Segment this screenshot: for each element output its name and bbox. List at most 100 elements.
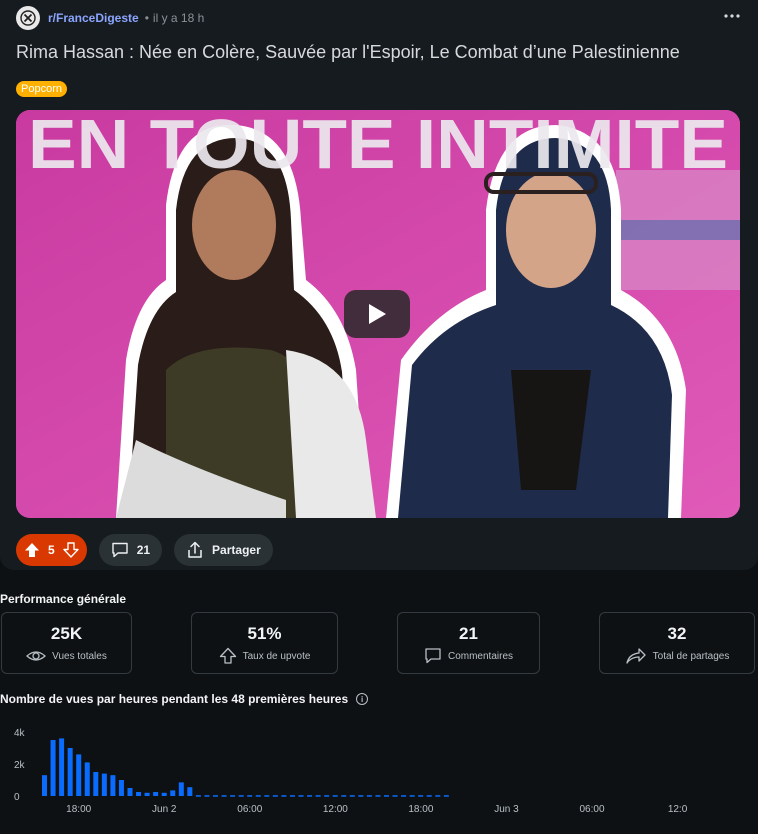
chart-bar[interactable] <box>238 795 244 797</box>
y-tick-label: 0 <box>14 792 20 803</box>
chart-bar[interactable] <box>110 775 116 796</box>
chart-bar[interactable] <box>144 792 150 796</box>
upvote-count: 5 <box>48 543 55 557</box>
chart-bar[interactable] <box>264 795 270 797</box>
post-card: r/FranceDigeste • il y a 18 h Rima Hassa… <box>0 0 758 570</box>
x-tick-label: 18:00 <box>408 804 433 815</box>
upvote-rate-label: Taux de upvote <box>242 650 311 662</box>
chart-bar[interactable] <box>50 740 56 796</box>
post-time: il y a 18 h <box>152 11 205 25</box>
comments-button[interactable]: 21 <box>98 534 163 566</box>
chart-bar[interactable] <box>307 795 313 797</box>
chart-title: Nombre de vues par heures pendant les 48… <box>0 692 349 706</box>
play-button[interactable] <box>344 290 410 338</box>
comments-stat-label: Commentaires <box>447 650 514 662</box>
chart-bar[interactable] <box>255 795 261 797</box>
chart-bar[interactable] <box>409 795 415 797</box>
chart-bar[interactable] <box>443 795 449 797</box>
share-button[interactable]: Partager <box>174 534 273 566</box>
y-tick-label: 4k <box>14 728 26 739</box>
comments-icon <box>425 648 441 664</box>
x-tick-label: 18:00 <box>66 804 91 815</box>
chart-bar[interactable] <box>392 795 398 797</box>
stat-card-views: 25K Vues totales <box>1 612 132 674</box>
upvote-rate-value: 51% <box>247 624 282 643</box>
chart-bar[interactable] <box>324 795 330 797</box>
thumbnail-headline: EN TOUTE INTIMITE <box>28 110 728 183</box>
chart-bar[interactable] <box>349 795 355 797</box>
chart-bar[interactable] <box>221 795 227 797</box>
chart-bar[interactable] <box>366 795 372 797</box>
chart-bar[interactable] <box>418 795 424 797</box>
chart-bar[interactable] <box>136 792 142 796</box>
meta-separator: • <box>144 11 149 25</box>
chart-bar[interactable] <box>298 795 304 797</box>
chart-bar[interactable] <box>195 795 201 797</box>
x-tick-label: Jun 3 <box>494 804 519 815</box>
stat-card-comments: 21 Commentaires <box>397 612 540 674</box>
chart-bar[interactable] <box>93 772 99 796</box>
chart-bar[interactable] <box>230 795 236 797</box>
post-header: r/FranceDigeste • il y a 18 h <box>16 6 204 30</box>
chart-bar[interactable] <box>170 790 176 796</box>
subreddit-link[interactable]: r/FranceDigeste <box>48 11 139 25</box>
share-arrow-icon <box>625 648 646 664</box>
chart-bar[interactable] <box>76 754 82 796</box>
chart-bar[interactable] <box>153 792 159 796</box>
comments-stat-value: 21 <box>459 624 478 643</box>
y-tick-label: 2k <box>14 760 26 771</box>
chart-bar[interactable] <box>67 748 73 796</box>
x-tick-label: 12:00 <box>323 804 348 815</box>
chart-bar[interactable] <box>289 795 295 797</box>
downvote-arrow-icon[interactable] <box>62 542 79 558</box>
video-thumbnail[interactable]: EN TOUTE INTIMITE <box>16 110 740 518</box>
post-title[interactable]: Rima Hassan : Née en Colère, Sauvée par … <box>16 40 736 64</box>
post-flair[interactable]: Popcorn <box>16 81 67 97</box>
upvote-arrow-icon[interactable] <box>24 542 40 558</box>
chart-bar[interactable] <box>375 795 381 797</box>
stat-card-upvote-rate: 51% Taux de upvote <box>191 612 338 674</box>
x-tick-label: 06:00 <box>579 804 604 815</box>
chart-bar[interactable] <box>435 795 441 797</box>
chart-bar[interactable] <box>332 795 338 797</box>
chart-bar[interactable] <box>118 780 124 796</box>
chart-bar[interactable] <box>315 795 321 797</box>
chart-bar[interactable] <box>272 795 278 797</box>
chart-title-row: Nombre de vues par heures pendant les 48… <box>0 692 369 706</box>
chart-bar[interactable] <box>187 787 193 796</box>
vote-control: 5 <box>16 534 87 566</box>
chart-bar[interactable] <box>127 788 133 796</box>
views-bar-chart: 0 2k 4k 18:00 Jun 2 06:00 12:00 18:00 Jun 3 06:00… <box>14 728 688 815</box>
chart-bar[interactable] <box>341 795 347 797</box>
chart-bar[interactable] <box>426 795 432 797</box>
x-tick-label: 06:00 <box>237 804 262 815</box>
subreddit-avatar[interactable] <box>16 6 40 30</box>
chart-bar[interactable] <box>178 782 184 796</box>
views-value: 25K <box>50 624 83 643</box>
chart-bar[interactable] <box>358 795 364 797</box>
chart-bar[interactable] <box>213 795 218 797</box>
chart-bar[interactable] <box>401 795 407 797</box>
chart-bar[interactable] <box>204 795 210 797</box>
chart-bar[interactable] <box>101 773 107 796</box>
stat-card-shares: 32 Total de partages <box>599 612 755 674</box>
upvote-icon <box>219 647 236 664</box>
close-x-icon <box>20 10 36 26</box>
x-tick-label: Jun 2 <box>152 804 177 815</box>
x-tick-label: 12:0 <box>668 804 688 815</box>
shares-label: Total de partages <box>652 650 730 662</box>
ellipsis-icon <box>724 14 740 18</box>
share-icon <box>188 541 202 558</box>
info-icon[interactable]: i <box>356 693 369 705</box>
chart-bar[interactable] <box>42 775 47 796</box>
chart-bar[interactable] <box>247 795 253 797</box>
comment-bubble-icon <box>111 542 128 558</box>
chart-bar[interactable] <box>161 792 167 796</box>
more-options-button[interactable] <box>718 4 746 28</box>
chart-bar[interactable] <box>384 795 389 797</box>
shares-value: 32 <box>667 624 687 643</box>
chart-bar[interactable] <box>281 795 287 797</box>
chart-bar[interactable] <box>84 762 90 796</box>
performance-title: Performance générale <box>0 592 127 606</box>
chart-bar[interactable] <box>59 738 65 796</box>
